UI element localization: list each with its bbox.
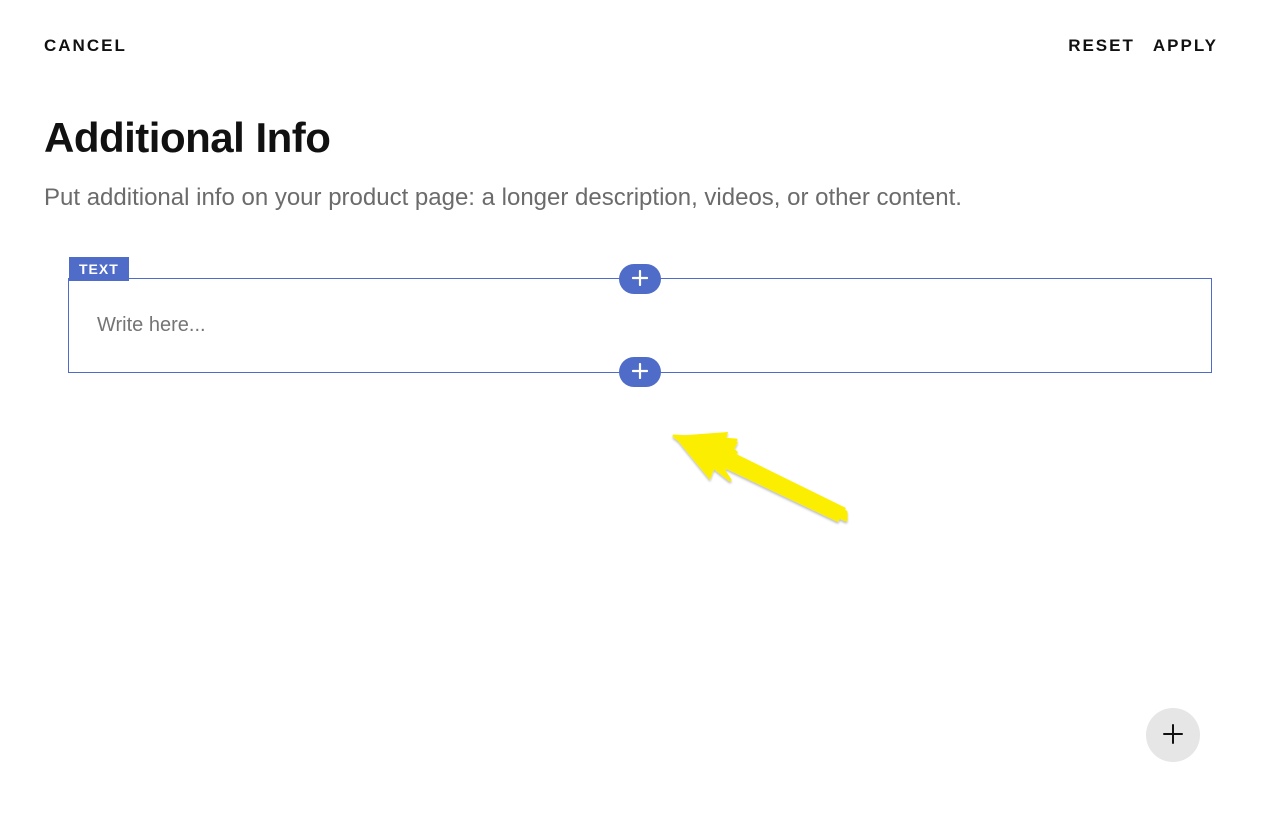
add-block-below-button[interactable] — [619, 357, 661, 387]
toolbar: CANCEL RESET APPLY — [0, 0, 1262, 56]
plus-icon — [1161, 722, 1185, 749]
reset-button[interactable]: RESET — [1068, 36, 1135, 56]
toolbar-right: RESET APPLY — [1068, 36, 1218, 56]
plus-icon — [632, 270, 648, 289]
text-block[interactable]: TEXT — [68, 278, 1212, 373]
annotation-arrow-icon — [666, 420, 856, 535]
add-fab-button[interactable] — [1146, 708, 1200, 762]
apply-button[interactable]: APPLY — [1153, 36, 1218, 56]
block-type-tag: TEXT — [69, 257, 129, 281]
toolbar-left: CANCEL — [44, 36, 127, 56]
add-block-above-button[interactable] — [619, 264, 661, 294]
page-title: Additional Info — [44, 114, 1262, 162]
block-area: TEXT — [68, 278, 1212, 373]
plus-icon — [632, 363, 648, 382]
cancel-button[interactable]: CANCEL — [44, 36, 127, 56]
page-subtitle: Put additional info on your product page… — [44, 184, 1262, 212]
